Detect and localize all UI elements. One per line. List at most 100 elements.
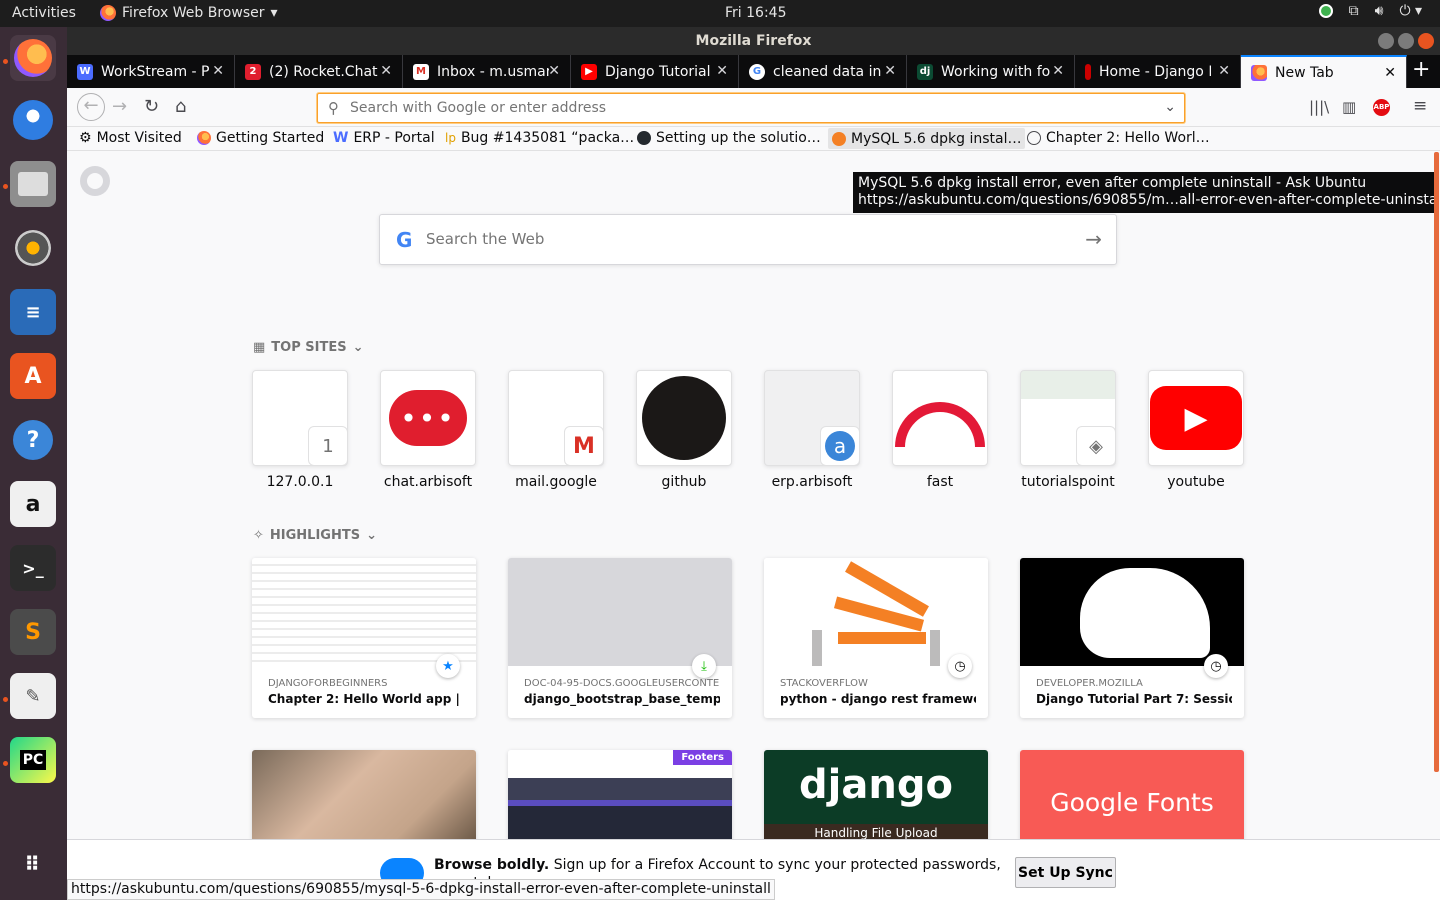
network-icon[interactable]: ⧉ [1349, 3, 1359, 19]
bookmark-chapter2[interactable]: Chapter 2: Hello Worl… [1027, 130, 1210, 146]
top-site-chat-arbisoft[interactable]: ••• chat.arbisoft [380, 370, 476, 490]
tab-inbox[interactable]: M Inbox - m.usmar ✕ [403, 55, 571, 88]
home-button[interactable]: ⌂ [175, 96, 186, 117]
close-window-button[interactable] [1418, 33, 1434, 49]
libreoffice-writer-launcher-icon[interactable]: ≡ [10, 289, 56, 335]
library-icon[interactable]: |||\ [1309, 98, 1329, 116]
highlights-heading[interactable]: ✧ HIGHLIGHTS ⌄ [253, 528, 377, 543]
ubuntu-software-launcher-icon[interactable]: A [10, 353, 56, 399]
running-indicator [3, 184, 8, 189]
tab-working-with-forms[interactable]: dj Working with fo ✕ [907, 55, 1075, 88]
close-tab-icon[interactable]: ✕ [548, 63, 560, 79]
bookmark-github[interactable]: Setting up the solutio… [637, 130, 821, 146]
top-site-mail-google[interactable]: M mail.google [508, 370, 604, 490]
close-tab-icon[interactable]: ✕ [716, 63, 728, 79]
footers-label: Footers [673, 750, 732, 765]
files-launcher-icon[interactable] [10, 161, 56, 207]
bookmark-erp-portal[interactable]: W ERP - Portal [333, 130, 435, 146]
scrollbar[interactable] [1434, 152, 1439, 772]
firefox-logo-icon [80, 166, 110, 196]
web-search-box[interactable]: G → [379, 214, 1117, 265]
status-icon[interactable] [1318, 4, 1333, 18]
top-sites-heading[interactable]: ▦ TOP SITES ⌄ [253, 340, 364, 355]
new-tab-button[interactable]: + [1412, 57, 1430, 82]
hamburger-menu-icon[interactable]: ≡ [1413, 96, 1427, 116]
volume-icon[interactable]: 🔊︎ [1375, 3, 1384, 19]
app-menu[interactable]: Firefox Web Browser ▾ [100, 5, 278, 21]
tab-rocketchat[interactable]: 2 (2) Rocket.Chat ✕ [235, 55, 403, 88]
bookmark-mysql-askubuntu[interactable]: MySQL 5.6 dpkg instal… [828, 128, 1026, 149]
sublime-text-launcher-icon[interactable]: S [10, 609, 56, 655]
chevron-down-icon: ▾ [270, 5, 278, 21]
top-site-thumbnail [636, 370, 732, 466]
amazon-launcher-icon[interactable]: a [10, 481, 56, 527]
web-search-input[interactable] [426, 230, 1046, 248]
clock[interactable]: Fri 16:45 [725, 5, 786, 21]
arrow-right-icon[interactable]: → [1085, 227, 1102, 251]
forward-button[interactable]: → [112, 96, 127, 117]
chevron-down-icon[interactable]: ⌄ [1164, 99, 1176, 115]
tutorialspoint-icon: ◈ [1076, 426, 1115, 465]
close-tab-icon[interactable]: ✕ [1384, 65, 1396, 81]
help-launcher-icon[interactable]: ? [10, 417, 56, 463]
close-tab-icon[interactable]: ✕ [884, 63, 896, 79]
thunderbird-launcher-icon[interactable] [10, 97, 56, 143]
ubuntu-top-panel: Activities Firefox Web Browser ▾ Fri 16:… [0, 0, 1440, 27]
adblock-plus-icon[interactable]: ABP [1373, 99, 1390, 116]
tooltip-title: MySQL 5.6 dpkg install error, even after… [858, 175, 1367, 191]
tab-strip: W WorkStream - P ✕ 2 (2) Rocket.Chat ✕ M… [67, 55, 1440, 88]
running-indicator [3, 59, 8, 64]
top-site-fast[interactable]: fast [892, 370, 988, 490]
terminal-launcher-icon[interactable]: >_ [10, 545, 56, 591]
highlight-card[interactable]: ★ DJANGOFORBEGINNERS Chapter 2: Hello Wo… [252, 558, 476, 718]
youtube-icon: ▶ [1150, 386, 1242, 450]
bookmark-getting-started[interactable]: Getting Started [197, 130, 324, 146]
firefox-launcher-icon[interactable] [10, 35, 56, 81]
show-applications-icon[interactable]: ⠿ [10, 841, 56, 887]
globe-icon [1027, 131, 1041, 145]
top-site-github[interactable]: github [636, 370, 732, 490]
minimize-button[interactable] [1378, 33, 1394, 49]
google-fonts-label: Google Fonts [1050, 788, 1214, 817]
pycharm-launcher-icon[interactable]: PC [10, 737, 56, 783]
gmail-icon: M [564, 426, 603, 465]
tab-workstream[interactable]: W WorkStream - P ✕ [67, 55, 235, 88]
close-tab-icon[interactable]: ✕ [380, 63, 392, 79]
top-site-thumbnail: ▶ [1148, 370, 1244, 466]
highlight-thumbnail [508, 558, 732, 666]
gear-icon: ⚙ [79, 130, 92, 146]
top-site-thumbnail: a [764, 370, 860, 466]
top-site-127[interactable]: 1 127.0.0.1 [252, 370, 348, 490]
top-site-erp-arbisoft[interactable]: a erp.arbisoft [764, 370, 860, 490]
highlight-card[interactable]: ◷ STACKOVERFLOW python - django rest fra… [764, 558, 988, 718]
power-icon[interactable]: ⏻ ▾ [1399, 3, 1422, 19]
text-editor-launcher-icon[interactable]: ✎ [10, 673, 56, 719]
tab-new-tab[interactable]: New Tab ✕ [1241, 55, 1407, 88]
highlight-card[interactable]: ⤓ DOC-04-95-DOCS.GOOGLEUSERCONTE... djan… [508, 558, 732, 718]
top-site-thumbnail: ••• [380, 370, 476, 466]
close-tab-icon[interactable]: ✕ [1218, 63, 1230, 79]
rocketchat-icon: ••• [389, 390, 467, 446]
django-icon: dj [917, 63, 933, 80]
set-up-sync-button[interactable]: Set Up Sync [1015, 857, 1116, 888]
url-input[interactable] [350, 98, 1130, 118]
top-site-tutorialspoint[interactable]: ◈ tutorialspoint [1020, 370, 1116, 490]
reload-button[interactable]: ↻ [144, 96, 159, 117]
top-site-youtube[interactable]: ▶ youtube [1148, 370, 1244, 490]
tab-home-django[interactable]: Home - Django P ✕ [1075, 55, 1241, 88]
sidebar-icon[interactable]: ▥ [1342, 98, 1356, 116]
close-tab-icon[interactable]: ✕ [212, 63, 224, 79]
maximize-button[interactable] [1398, 33, 1414, 49]
url-bar[interactable]: ⚲ ⌄ [317, 93, 1185, 123]
tab-django-tutorial[interactable]: ▶ Django Tutorial ✕ [571, 55, 739, 88]
bookmark-most-visited[interactable]: ⚙ Most Visited [79, 130, 182, 146]
highlight-card[interactable]: ◷ DEVELOPER.MOZILLA Django Tutorial Part… [1020, 558, 1244, 718]
close-tab-icon[interactable]: ✕ [1052, 63, 1064, 79]
activities-button[interactable]: Activities [12, 5, 76, 21]
back-button[interactable]: ← [77, 93, 105, 121]
bookmark-launchpad-bug[interactable]: lp Bug #1435081 “packa… [445, 130, 634, 146]
github-icon [637, 131, 651, 145]
rhythmbox-launcher-icon[interactable] [10, 225, 56, 271]
tab-cleaned-data[interactable]: G cleaned data in c ✕ [739, 55, 907, 88]
django-logo-text: django [799, 762, 953, 808]
